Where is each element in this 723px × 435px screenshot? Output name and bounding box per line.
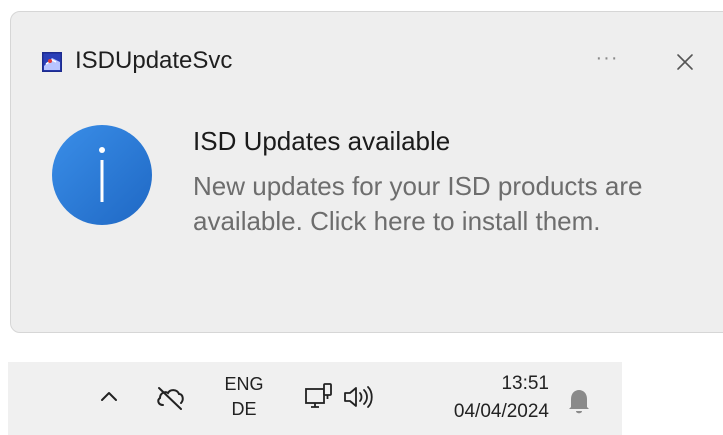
info-icon: [52, 125, 152, 225]
taskbar-tray: ENG DE 13:51 04/04/2024: [8, 362, 622, 435]
volume-icon[interactable]: [342, 384, 374, 410]
bell-icon[interactable]: [566, 386, 592, 416]
close-icon: [677, 54, 693, 70]
chevron-up-icon[interactable]: [98, 388, 120, 404]
network-icon[interactable]: [304, 382, 334, 412]
clock[interactable]: 13:51 04/04/2024: [404, 370, 549, 426]
notification-toast[interactable]: ISDUpdateSvc ··· ISD Updates available N…: [10, 11, 723, 333]
app-name: ISDUpdateSvc: [75, 47, 233, 74]
notification-title: ISD Updates available: [193, 126, 451, 156]
cloud-offline-icon[interactable]: [154, 384, 186, 412]
notification-body[interactable]: New updates for your ISD products are av…: [193, 169, 713, 239]
language-indicator[interactable]: ENG DE: [218, 372, 270, 422]
isd-app-icon: [42, 52, 62, 72]
close-button[interactable]: [667, 44, 703, 80]
clock-time: 13:51: [501, 373, 549, 394]
keyboard-layout: DE: [231, 399, 257, 419]
clock-date: 04/04/2024: [453, 401, 549, 422]
language-code: ENG: [224, 374, 264, 394]
more-options-button[interactable]: ···: [587, 42, 627, 78]
